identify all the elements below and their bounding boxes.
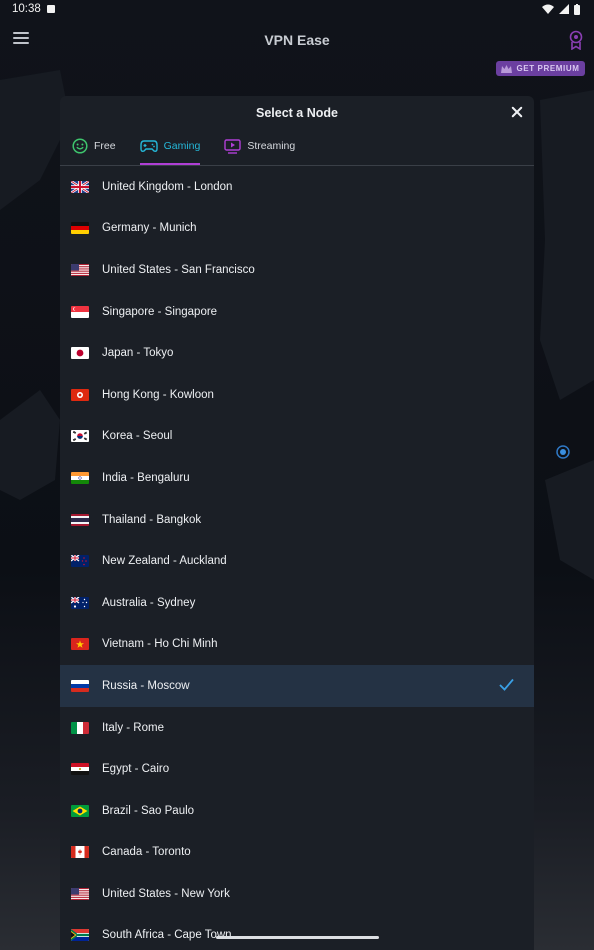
node-list: United Kingdom - London Germany - Munich U… (60, 166, 534, 950)
node-label: Singapore - Singapore (102, 305, 218, 318)
node-row[interactable]: Russia - Moscow (60, 665, 534, 707)
node-label: Korea - Seoul (102, 430, 173, 443)
node-label: India - Bengaluru (102, 471, 190, 484)
flag-in-icon (71, 471, 89, 484)
node-label: Vietnam - Ho Chi Minh (102, 638, 218, 651)
node-label: Brazil - Sao Paulo (102, 804, 195, 817)
node-label: Japan - Tokyo (102, 347, 174, 360)
node-label: United States - San Francisco (102, 263, 255, 276)
signal-icon (559, 4, 569, 14)
flag-uk-icon (71, 180, 89, 193)
node-row[interactable]: India - Bengaluru (60, 457, 534, 499)
node-row[interactable]: Canada - Toronto (60, 832, 534, 874)
wifi-icon (542, 4, 554, 14)
node-label: Russia - Moscow (102, 679, 190, 692)
flag-ru-icon (71, 679, 89, 692)
node-row[interactable]: Japan - Tokyo (60, 332, 534, 374)
node-row[interactable]: United States - New York (60, 873, 534, 915)
premium-badge-icon[interactable] (568, 30, 584, 50)
menu-icon[interactable] (13, 32, 29, 46)
node-label: United States - New York (102, 887, 230, 900)
flag-au-icon (71, 596, 89, 609)
tab-gaming[interactable]: Gaming (139, 130, 201, 165)
node-label: Germany - Munich (102, 222, 197, 235)
flag-za-icon (71, 929, 89, 942)
node-row[interactable]: Singapore - Singapore (60, 291, 534, 333)
app-title: VPN Ease (264, 32, 330, 48)
flag-ca-icon (71, 846, 89, 859)
node-label: Egypt - Cairo (102, 763, 170, 776)
flag-sg-icon (71, 305, 89, 318)
node-row[interactable]: Brazil - Sao Paulo (60, 790, 534, 832)
flag-us-icon (71, 887, 89, 900)
sheet-header: Select a Node (60, 96, 534, 130)
get-premium-button[interactable]: GET PREMIUM (496, 61, 585, 76)
play-screen-icon (224, 138, 242, 154)
flag-nz-icon (71, 555, 89, 568)
node-row[interactable]: South Africa - Cape Town (60, 915, 534, 950)
node-row[interactable]: New Zealand - Auckland (60, 540, 534, 582)
notification-icon (46, 5, 55, 13)
node-label: Thailand - Bangkok (102, 513, 202, 526)
tab-streaming[interactable]: Streaming (224, 130, 295, 164)
location-pin-icon (556, 445, 570, 459)
node-row[interactable]: Italy - Rome (60, 707, 534, 749)
tab-gaming-label: Gaming (163, 140, 201, 152)
flag-eg-icon (71, 763, 89, 776)
crown-icon (501, 64, 513, 73)
flag-th-icon (71, 513, 89, 526)
node-label: United Kingdom - London (102, 180, 233, 193)
status-bar: 10:38 (0, 0, 594, 18)
flag-jp-icon (71, 347, 89, 360)
sheet-title: Select a Node (256, 106, 338, 120)
battery-icon (574, 3, 580, 15)
node-category-tabs: Free Gaming Streaming (60, 130, 534, 166)
node-label: Italy - Rome (102, 721, 164, 734)
node-row[interactable]: Vietnam - Ho Chi Minh (60, 624, 534, 666)
gamepad-icon (139, 140, 158, 152)
node-row[interactable]: Korea - Seoul (60, 416, 534, 458)
home-indicator (216, 936, 379, 939)
node-label: Hong Kong - Kowloon (102, 388, 214, 401)
tab-streaming-label: Streaming (247, 140, 296, 152)
node-label: South Africa - Cape Town (102, 929, 232, 942)
flag-de-icon (71, 222, 89, 235)
status-time: 10:38 (12, 3, 41, 15)
node-label: Australia - Sydney (102, 596, 196, 609)
flag-hk-icon (71, 388, 89, 401)
tab-free[interactable]: Free (72, 130, 116, 164)
node-row[interactable]: Thailand - Bangkok (60, 499, 534, 541)
close-icon[interactable] (511, 106, 523, 118)
node-row[interactable]: Hong Kong - Kowloon (60, 374, 534, 416)
flag-vn-icon (71, 638, 89, 651)
node-row[interactable]: Egypt - Cairo (60, 748, 534, 790)
app-bar: VPN Ease (0, 24, 594, 56)
checkmark-icon (499, 679, 514, 691)
node-row[interactable]: United States - San Francisco (60, 249, 534, 291)
node-selection-sheet: Select a Node Free Gaming Streaming Unit… (60, 96, 534, 950)
flag-br-icon (71, 804, 89, 817)
flag-us-icon (71, 263, 89, 276)
smiley-icon (72, 138, 88, 154)
node-row[interactable]: Australia - Sydney (60, 582, 534, 624)
node-row[interactable]: Germany - Munich (60, 208, 534, 250)
flag-it-icon (71, 721, 89, 734)
get-premium-label: GET PREMIUM (516, 64, 580, 73)
node-row[interactable]: United Kingdom - London (60, 166, 534, 208)
node-label: New Zealand - Auckland (102, 555, 227, 568)
tab-free-label: Free (94, 140, 116, 152)
node-label: Canada - Toronto (102, 846, 191, 859)
flag-kr-icon (71, 430, 89, 443)
